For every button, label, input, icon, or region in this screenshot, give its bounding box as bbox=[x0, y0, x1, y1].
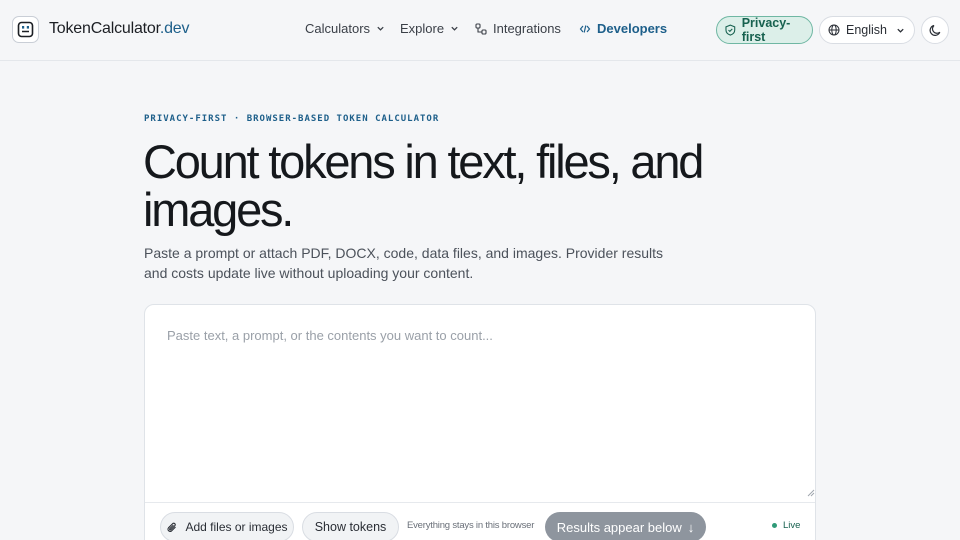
code-icon bbox=[579, 24, 591, 33]
chevron-down-icon bbox=[377, 26, 384, 31]
theme-toggle-button[interactable] bbox=[921, 16, 949, 44]
privacy-note: Everything stays in this browser bbox=[407, 520, 535, 531]
privacy-first-badge[interactable]: Privacy-first bbox=[716, 16, 813, 44]
nav-calculators[interactable]: Calculators bbox=[305, 21, 385, 36]
nav-calculators-label: Calculators bbox=[305, 21, 371, 36]
show-tokens-label: Show tokens bbox=[314, 520, 387, 534]
resize-handle-icon[interactable] bbox=[807, 489, 815, 497]
card-divider bbox=[145, 502, 815, 503]
results-label: Results appear below bbox=[556, 519, 682, 535]
globe-icon bbox=[828, 24, 840, 36]
nav-explore-label: Explore bbox=[400, 21, 445, 36]
integrations-icon bbox=[475, 22, 487, 35]
logo-icon[interactable] bbox=[12, 16, 39, 43]
language-selector[interactable]: English bbox=[819, 16, 915, 44]
live-dot-icon bbox=[772, 523, 777, 528]
brand-main: TokenCalculator bbox=[49, 20, 160, 37]
moon-icon bbox=[929, 24, 940, 36]
add-files-button[interactable]: Add files or images bbox=[160, 512, 294, 540]
token-input-card bbox=[144, 304, 816, 540]
nav-developers-label: Developers bbox=[597, 21, 668, 36]
nav-explore[interactable]: Explore bbox=[400, 21, 459, 36]
add-files-label: Add files or images bbox=[185, 520, 288, 534]
brand-name[interactable]: TokenCalculator.dev bbox=[49, 20, 190, 38]
hero-eyebrow: PRIVACY-FIRST · BROWSER-BASED TOKEN CALC… bbox=[144, 114, 440, 124]
nav-integrations[interactable]: Integrations bbox=[475, 21, 561, 36]
privacy-badge-label: Privacy-first bbox=[741, 16, 791, 44]
show-tokens-button[interactable]: Show tokens bbox=[302, 512, 399, 540]
page-title: Count tokens in text, files, and images. bbox=[143, 135, 704, 236]
chevron-down-icon bbox=[451, 26, 458, 31]
text-input[interactable] bbox=[146, 306, 814, 502]
results-button[interactable]: Results appear below ↓ bbox=[545, 512, 706, 540]
language-label: English bbox=[846, 23, 887, 37]
live-status: Live bbox=[772, 520, 800, 531]
shield-check-icon bbox=[725, 24, 736, 36]
chevron-down-icon bbox=[897, 28, 904, 33]
live-label: Live bbox=[783, 520, 801, 531]
paperclip-icon bbox=[167, 522, 177, 532]
nav-integrations-label: Integrations bbox=[493, 21, 561, 36]
hero-description: Paste a prompt or attach PDF, DOCX, code… bbox=[144, 245, 664, 281]
brand-tld: .dev bbox=[159, 20, 190, 37]
arrow-down-icon: ↓ bbox=[687, 519, 695, 535]
nav-developers[interactable]: Developers bbox=[579, 21, 667, 36]
